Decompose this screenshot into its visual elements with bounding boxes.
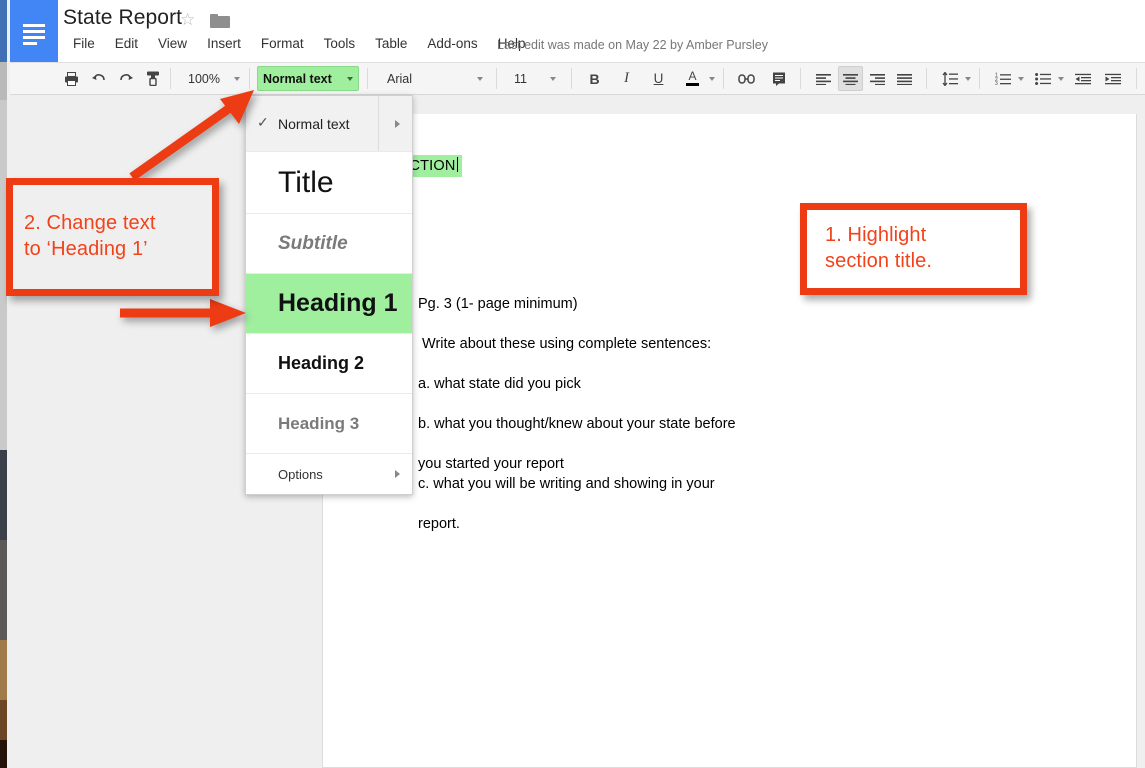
add-comment-icon[interactable] bbox=[766, 66, 791, 91]
google-docs-window: State Report ☆ File Edit View Insert For… bbox=[0, 0, 1145, 768]
chevron-down-icon[interactable] bbox=[1018, 77, 1024, 81]
italic-button[interactable]: I bbox=[614, 66, 639, 91]
font-family-value: Arial bbox=[387, 72, 412, 86]
font-size-value: 11 bbox=[514, 72, 527, 86]
font-family-dropdown[interactable]: Arial bbox=[382, 67, 488, 90]
google-docs-icon[interactable] bbox=[10, 0, 58, 62]
menu-item-addons[interactable]: Add-ons bbox=[417, 36, 487, 51]
zoom-level-dropdown[interactable]: 100% bbox=[183, 67, 245, 90]
chevron-down-icon bbox=[550, 77, 556, 81]
chevron-right-icon bbox=[395, 120, 400, 128]
align-right-icon[interactable] bbox=[865, 66, 890, 91]
annotation-step-1: 1. Highlight section title. bbox=[800, 203, 1027, 295]
text-color-swatch bbox=[686, 83, 699, 86]
doc-line-5[interactable]: c. what you will be writing and showing … bbox=[418, 475, 715, 494]
doc-line-2[interactable]: a. what state did you pick bbox=[418, 375, 581, 394]
underline-button[interactable]: U bbox=[646, 66, 671, 91]
chevron-down-icon bbox=[477, 77, 483, 81]
bulleted-list-icon[interactable] bbox=[1030, 66, 1055, 91]
style-menu-item-title[interactable]: Title bbox=[246, 152, 412, 214]
annotation-arrow-to-style-dropdown bbox=[126, 88, 256, 183]
style-menu-label-heading-1: Heading 1 bbox=[278, 289, 397, 318]
text-color-button[interactable]: A bbox=[680, 66, 705, 91]
last-edit-status[interactable]: Last edit was made on May 22 by Amber Pu… bbox=[497, 38, 768, 52]
style-menu-label-options: Options bbox=[278, 467, 323, 482]
chevron-down-icon[interactable] bbox=[709, 77, 715, 81]
style-menu-label-normal-text: Normal text bbox=[278, 116, 350, 132]
document-title[interactable]: State Report bbox=[63, 6, 182, 30]
insert-link-icon[interactable] bbox=[734, 66, 759, 91]
paragraph-style-value: Normal text bbox=[263, 72, 332, 86]
menu-item-insert[interactable]: Insert bbox=[197, 36, 251, 51]
menu-item-table[interactable]: Table bbox=[365, 36, 417, 51]
align-center-icon[interactable] bbox=[838, 66, 863, 91]
chevron-down-icon[interactable] bbox=[1058, 77, 1064, 81]
chevron-right-icon bbox=[395, 470, 400, 478]
text-color-letter: A bbox=[688, 71, 696, 82]
annotation-step-1-text: 1. Highlight section title. bbox=[825, 223, 932, 274]
app-header: State Report ☆ File Edit View Insert For… bbox=[10, 0, 1145, 62]
chevron-down-icon bbox=[347, 77, 353, 81]
print-icon[interactable] bbox=[59, 66, 84, 91]
annotation-step-2-text: 2. Change text to ‘Heading 1’ bbox=[24, 211, 156, 262]
svg-text:3: 3 bbox=[995, 81, 998, 85]
paragraph-style-menu: ✓ Normal text Title Subtitle Heading 1 H… bbox=[245, 95, 413, 495]
paragraph-style-dropdown[interactable]: Normal text bbox=[257, 66, 359, 91]
style-menu-label-title: Title bbox=[278, 166, 334, 200]
folder-icon[interactable] bbox=[210, 14, 230, 28]
doc-line-6[interactable]: report. bbox=[418, 515, 460, 534]
star-icon[interactable]: ☆ bbox=[180, 11, 195, 28]
check-icon: ✓ bbox=[257, 114, 269, 131]
style-menu-item-options[interactable]: Options bbox=[246, 454, 412, 494]
style-menu-label-heading-3: Heading 3 bbox=[278, 414, 359, 434]
increase-indent-icon[interactable] bbox=[1100, 66, 1125, 91]
text-cursor bbox=[457, 157, 459, 172]
undo-icon[interactable] bbox=[86, 66, 111, 91]
style-menu-item-heading-1[interactable]: Heading 1 bbox=[246, 274, 412, 334]
divider bbox=[378, 96, 379, 151]
doc-line-0[interactable]: Pg. 3 (1- page minimum) bbox=[418, 295, 578, 314]
annotation-arrow-to-heading-1 bbox=[118, 298, 248, 330]
bold-button[interactable]: B bbox=[582, 66, 607, 91]
align-justify-icon[interactable] bbox=[892, 66, 917, 91]
doc-line-1[interactable]: Write about these using complete sentenc… bbox=[418, 335, 711, 354]
font-size-dropdown[interactable]: 11 bbox=[509, 67, 561, 90]
style-menu-item-subtitle[interactable]: Subtitle bbox=[246, 214, 412, 274]
style-menu-item-heading-3[interactable]: Heading 3 bbox=[246, 394, 412, 454]
doc-line-3[interactable]: b. what you thought/knew about your stat… bbox=[418, 415, 736, 434]
doc-line-4[interactable]: you started your report bbox=[418, 455, 564, 474]
style-menu-label-heading-2: Heading 2 bbox=[278, 353, 364, 374]
annotation-step-2: 2. Change text to ‘Heading 1’ bbox=[6, 178, 219, 296]
style-menu-label-subtitle: Subtitle bbox=[278, 233, 348, 255]
style-menu-item-heading-2[interactable]: Heading 2 bbox=[246, 334, 412, 394]
decrease-indent-icon[interactable] bbox=[1070, 66, 1095, 91]
menu-bar: File Edit View Insert Format Tools Table… bbox=[68, 36, 535, 51]
style-menu-item-normal-text[interactable]: ✓ Normal text bbox=[246, 96, 412, 152]
menu-item-tools[interactable]: Tools bbox=[314, 36, 366, 51]
menu-item-edit[interactable]: Edit bbox=[105, 36, 148, 51]
zoom-level-value: 100% bbox=[188, 72, 220, 86]
menu-item-format[interactable]: Format bbox=[251, 36, 314, 51]
numbered-list-icon[interactable]: 123 bbox=[990, 66, 1015, 91]
menu-item-view[interactable]: View bbox=[148, 36, 197, 51]
chevron-down-icon bbox=[234, 77, 240, 81]
window-left-edge bbox=[0, 0, 10, 768]
menu-item-file[interactable]: File bbox=[68, 36, 105, 51]
chevron-down-icon[interactable] bbox=[965, 77, 971, 81]
align-left-icon[interactable] bbox=[811, 66, 836, 91]
line-spacing-icon[interactable] bbox=[937, 66, 962, 91]
